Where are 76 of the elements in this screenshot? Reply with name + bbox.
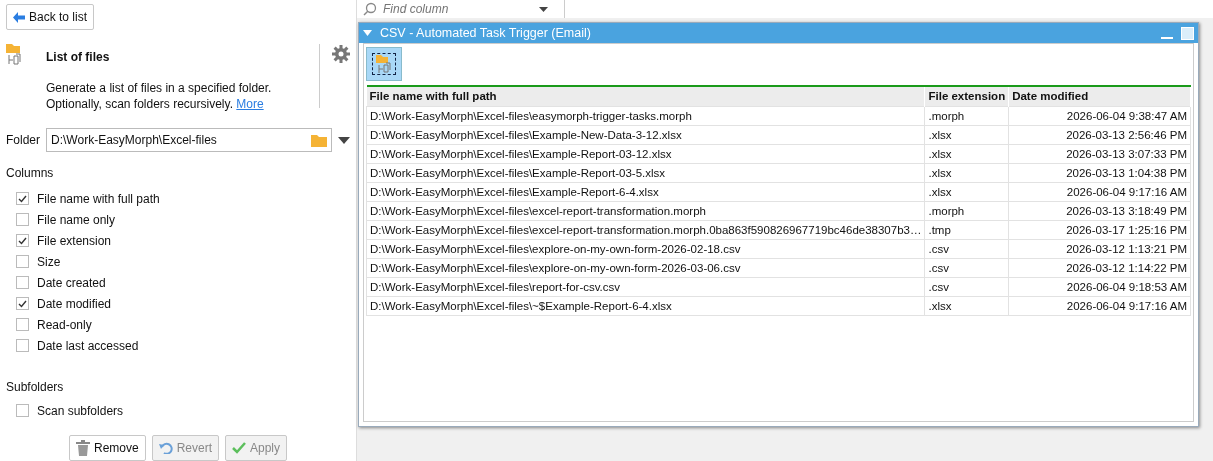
table-cell: 2026-06-04 9:38:47 AM bbox=[1008, 106, 1191, 126]
undo-icon bbox=[158, 442, 173, 454]
table-cell: D:\Work-EasyMorph\Excel-files\excel-report-transformation.morph bbox=[366, 201, 925, 221]
step-title: List of files bbox=[46, 49, 111, 66]
back-arrow-icon bbox=[13, 11, 25, 23]
table-cell: D:\Work-EasyMorph\Excel-files\Example-Report-03-12.xlsx bbox=[366, 144, 925, 164]
checkbox-label: Date modified bbox=[37, 295, 112, 313]
column-header[interactable]: File extension bbox=[924, 86, 1009, 107]
table-cell: D:\Work-EasyMorph\Excel-files\Example-New-Data-3-12.xlsx bbox=[366, 125, 925, 145]
column-header[interactable]: Date modified bbox=[1008, 86, 1191, 107]
table-cell: .morph bbox=[924, 201, 1009, 221]
list-files-node-icon[interactable] bbox=[366, 47, 402, 81]
settings-icon[interactable] bbox=[332, 44, 350, 63]
table-cell: 2026-06-04 9:17:16 AM bbox=[1008, 182, 1191, 202]
step-description: Generate a list of files in a specified folder. Optionally, scan folders recursively. More bbox=[46, 80, 273, 112]
more-link[interactable]: More bbox=[236, 97, 264, 111]
search-icon bbox=[363, 2, 377, 16]
table-cell: 2026-03-17 1:25:16 PM bbox=[1008, 220, 1191, 240]
table-cell: .xlsx bbox=[924, 163, 1009, 183]
folder-label: Folder bbox=[6, 132, 40, 149]
table-cell: .csv bbox=[924, 277, 1009, 297]
table-cell: D:\Work-EasyMorph\Excel-files\easymorph-trigger-tasks.morph bbox=[366, 106, 925, 126]
checkbox-label: File extension bbox=[37, 232, 112, 250]
checkbox[interactable] bbox=[16, 404, 29, 417]
window-title: CSV - Automated Task Trigger (Email) bbox=[380, 24, 592, 42]
table-cell: 2026-06-04 9:18:53 AM bbox=[1008, 277, 1191, 297]
table-cell: 2026-03-13 3:18:49 PM bbox=[1008, 201, 1191, 221]
checkbox-label: Read-only bbox=[37, 316, 92, 334]
table-cell: D:\Work-EasyMorph\Excel-files\excel-report-transformation.morph.0ba863f590826967719bc46de38307b3… bbox=[366, 220, 925, 240]
table-cell: D:\Work-EasyMorph\Excel-files\report-for-csv.csv bbox=[366, 277, 925, 297]
checkbox-label: Date created bbox=[37, 274, 106, 292]
checkbox[interactable] bbox=[16, 297, 29, 310]
dropdown-arrow-icon[interactable] bbox=[338, 136, 350, 144]
check-icon bbox=[232, 442, 246, 454]
table-cell: 2026-03-12 1:13:21 PM bbox=[1008, 239, 1191, 259]
table-cell: D:\Work-EasyMorph\Excel-files\explore-on-my-own-form-2026-03-06.csv bbox=[366, 258, 925, 278]
table-cell: D:\Work-EasyMorph\Excel-files\explore-on-my-own-form-2026-02-18.csv bbox=[366, 239, 925, 259]
checkbox[interactable] bbox=[16, 192, 29, 205]
remove-button[interactable]: Remove bbox=[68, 435, 146, 461]
trash-icon bbox=[75, 440, 90, 456]
table-cell: 2026-03-12 1:14:22 PM bbox=[1008, 258, 1191, 278]
checkbox-label: Date last accessed bbox=[37, 337, 139, 355]
table-cell: .tmp bbox=[924, 220, 1009, 240]
checkbox[interactable] bbox=[16, 255, 29, 268]
table-cell: D:\Work-EasyMorph\Excel-files\Example-Report-03-5.xlsx bbox=[366, 163, 925, 183]
table-cell: D:\Work-EasyMorph\Excel-files\~$Example-Report-6-4.xlsx bbox=[366, 296, 925, 316]
checkbox[interactable] bbox=[16, 234, 29, 247]
table-cell: .xlsx bbox=[924, 144, 1009, 164]
table-cell: 2026-03-13 2:56:46 PM bbox=[1008, 125, 1191, 145]
table-cell: .csv bbox=[924, 258, 1009, 278]
checkbox[interactable] bbox=[16, 339, 29, 352]
checkbox-label: Size bbox=[37, 253, 61, 271]
table-cell: .csv bbox=[924, 239, 1009, 259]
table-cell: 2026-03-13 1:04:38 PM bbox=[1008, 163, 1191, 183]
collapse-icon[interactable] bbox=[363, 30, 372, 36]
checkbox[interactable] bbox=[16, 276, 29, 289]
table-cell: 2026-06-04 9:17:16 AM bbox=[1008, 296, 1191, 316]
maximize-icon[interactable] bbox=[1181, 26, 1194, 40]
checkbox-label: Scan subfolders bbox=[37, 402, 124, 420]
back-button[interactable]: Back to list bbox=[6, 4, 95, 30]
folder-icon[interactable] bbox=[311, 133, 327, 147]
column-header[interactable]: File name with full path bbox=[366, 86, 925, 107]
section-title: Columns bbox=[6, 165, 55, 182]
table-cell: D:\Work-EasyMorph\Excel-files\Example-Report-6-4.xlsx bbox=[366, 182, 925, 202]
checkbox[interactable] bbox=[16, 213, 29, 226]
folder-field[interactable]: D:\Work-EasyMorph\Excel-files bbox=[46, 128, 332, 152]
table-cell: .xlsx bbox=[924, 182, 1009, 202]
checkbox[interactable] bbox=[16, 318, 29, 331]
section-title: Subfolders bbox=[6, 379, 65, 396]
checkbox-label: File name only bbox=[37, 211, 116, 229]
dropdown-arrow-icon[interactable] bbox=[539, 6, 548, 12]
table-cell: .xlsx bbox=[924, 296, 1009, 316]
table-cell: .xlsx bbox=[924, 125, 1009, 145]
table-cell: .morph bbox=[924, 106, 1009, 126]
checkbox-label: File name with full path bbox=[37, 190, 160, 208]
table-cell: 2026-03-13 3:07:33 PM bbox=[1008, 144, 1191, 164]
